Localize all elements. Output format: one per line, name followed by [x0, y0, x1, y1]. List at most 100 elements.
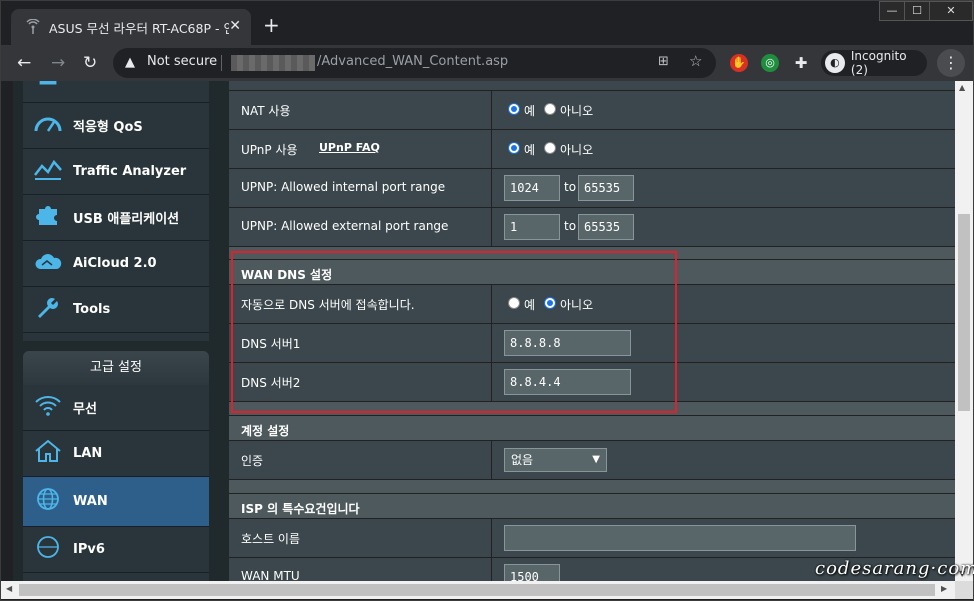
- sidebar-item-ipv6[interactable]: IPv6: [23, 527, 209, 573]
- nat-yes-label: 예: [524, 104, 536, 118]
- cloud-icon: [33, 249, 63, 279]
- mtu-input[interactable]: 1500: [504, 564, 560, 581]
- upnp-no-radio[interactable]: [544, 142, 556, 154]
- sidebar-item-traffic-analyzer[interactable]: Traffic Analyzer: [23, 149, 209, 195]
- isp-title: ISP 의 특수요건입니다: [241, 502, 360, 516]
- sidebar-item-label: LAN: [73, 446, 103, 461]
- address-separator: [221, 55, 222, 71]
- horizontal-scrollbar[interactable]: ◀ ▶: [1, 581, 955, 599]
- url-path[interactable]: /Advanced_WAN_Content.asp: [317, 54, 508, 69]
- upnp-faq-link[interactable]: UPnP FAQ: [319, 141, 380, 154]
- upnp-internal-from-input[interactable]: 1024: [504, 175, 560, 201]
- scroll-up-icon[interactable]: ▲: [959, 83, 965, 92]
- sidebar-item-wan[interactable]: WAN: [23, 477, 209, 527]
- sidebar-item-wireless[interactable]: 무선: [23, 385, 209, 431]
- sidebar-item-label: 무선: [73, 402, 97, 417]
- sidebar-item-label: Traffic Analyzer: [73, 164, 187, 179]
- translate-icon[interactable]: ⊞: [658, 54, 669, 69]
- sidebar-item-usb[interactable]: USB 애플리케이션: [23, 195, 209, 241]
- upnp-external-label: UPNP: Allowed external port range: [241, 219, 449, 233]
- dns-auto-no-radio[interactable]: [544, 297, 556, 309]
- back-arrow-icon[interactable]: ←: [17, 53, 31, 73]
- dns-auto-label: 자동으로 DNS 서버에 접속합니다.: [241, 298, 415, 312]
- warning-icon: ▲: [125, 55, 135, 70]
- maximize-button[interactable]: ☐: [904, 1, 930, 21]
- speedometer-icon: [33, 111, 63, 141]
- upnp-internal-value: 1024 to 65535: [491, 169, 955, 208]
- host-input[interactable]: [504, 525, 856, 551]
- auth-row: 인증 없음 ▼: [229, 441, 955, 480]
- horizontal-scroll-thumb[interactable]: [19, 584, 935, 596]
- new-tab-button[interactable]: +: [263, 15, 280, 35]
- puzzle-extensions-icon[interactable]: ✚: [792, 54, 810, 72]
- auth-label: 인증: [241, 454, 264, 468]
- scroll-left-icon[interactable]: ◀: [6, 584, 12, 593]
- dns-auto-yes-radio[interactable]: [508, 297, 520, 309]
- not-secure-label[interactable]: Not secure: [147, 54, 217, 69]
- incognito-icon: ◐: [825, 53, 845, 73]
- dns-auto-value: 예 아니오: [491, 285, 955, 324]
- dns1-input[interactable]: 8.8.8.8: [504, 330, 631, 356]
- minimize-button[interactable]: —: [879, 1, 905, 21]
- star-icon[interactable]: ☆: [689, 52, 702, 70]
- reload-icon[interactable]: ↻: [83, 53, 97, 73]
- upnp-yes-label: 예: [524, 143, 536, 157]
- upnp-external-from-input[interactable]: 1: [504, 214, 560, 240]
- sidebar-item-label: USB 애플리케이션: [73, 212, 180, 227]
- scrollbar-corner: [955, 581, 973, 599]
- tab-close-icon[interactable]: ✕: [229, 18, 241, 34]
- nat-value: 예 아니오: [491, 91, 955, 130]
- sidebar-item-lan[interactable]: LAN: [23, 431, 209, 477]
- wan-settings-panel: NAT 사용 예 아니오 UPnP 사용 UPnP FAQ 예 아니오 UPNP…: [229, 81, 955, 581]
- auth-value: 없음 ▼: [491, 441, 955, 480]
- address-bar[interactable]: ▲ Not secure /Advanced_WAN_Content.asp ⊞…: [113, 48, 716, 78]
- sidebar-advanced: 고급 설정 무선 LAN WAN IPv6: [23, 351, 209, 581]
- home-icon: [33, 439, 63, 469]
- scroll-right-icon[interactable]: ▶: [941, 584, 947, 593]
- chart-icon: [33, 157, 63, 187]
- browser-toolbar: ← → ↻ ▲ Not secure /Advanced_WAN_Content…: [1, 45, 973, 81]
- vertical-scroll-thumb[interactable]: [958, 214, 970, 411]
- upnp-no-label: 아니오: [560, 143, 594, 157]
- sidebar-item-label: 적응형 QoS: [73, 120, 143, 135]
- nat-yes-radio[interactable]: [508, 103, 520, 115]
- nat-no-radio[interactable]: [544, 103, 556, 115]
- partial-row: [229, 81, 955, 91]
- browser-tab[interactable]: ASUS 무선 라우터 RT-AC68P - 인 ✕: [11, 9, 251, 45]
- upnp-internal-label: UPNP: Allowed internal port range: [241, 180, 446, 194]
- nat-row: NAT 사용 예 아니오: [229, 91, 955, 130]
- forward-arrow-icon[interactable]: →: [51, 53, 65, 73]
- partial-icon: ▬: [33, 81, 63, 92]
- wrench-icon: [33, 295, 63, 325]
- isp-header: ISP 의 특수요건입니다: [229, 493, 955, 519]
- sidebar-item-tools[interactable]: Tools: [23, 287, 209, 333]
- dns2-input[interactable]: 8.8.4.4: [504, 369, 631, 395]
- dns2-value: 8.8.4.4: [491, 363, 955, 402]
- nat-label: NAT 사용: [241, 104, 291, 118]
- sidebar-item-label: IPv6: [73, 542, 105, 557]
- host-row: 호스트 이름: [229, 519, 955, 558]
- mtu-label: WAN MTU: [241, 569, 300, 581]
- globe-icon: [33, 487, 63, 517]
- chevron-down-icon: ▼: [592, 454, 600, 465]
- close-window-button[interactable]: ✕: [929, 1, 973, 21]
- incognito-badge[interactable]: ◐ Incognito (2): [821, 49, 927, 77]
- upnp-yes-radio[interactable]: [508, 142, 520, 154]
- extension-circle-icon[interactable]: ◎: [761, 54, 779, 72]
- dns1-label: DNS 서버1: [241, 337, 301, 351]
- upnp-value: 예 아니오: [491, 130, 955, 169]
- upnp-internal-to-input[interactable]: 65535: [578, 175, 634, 201]
- browser-window: ASUS 무선 라우터 RT-AC68P - 인 ✕ + — ☐ ✕ ← → ↻…: [0, 0, 974, 601]
- menu-kebab-icon[interactable]: ⋮: [937, 49, 965, 77]
- upnp-external-to-input[interactable]: 65535: [578, 214, 634, 240]
- sidebar-item-aicloud[interactable]: AiCloud 2.0: [23, 241, 209, 287]
- account-header: 계정 설정: [229, 415, 955, 441]
- auth-select[interactable]: 없음 ▼: [504, 448, 607, 472]
- page-content: ▬ 적응형 QoS Traffic Analyzer USB 애플리케이션: [13, 81, 955, 581]
- wifi-icon: [33, 393, 63, 423]
- tab-title: ASUS 무선 라우터 RT-AC68P - 인: [49, 20, 229, 36]
- vertical-scrollbar[interactable]: ▲ ▼: [955, 81, 973, 581]
- sidebar-item-qos[interactable]: 적응형 QoS: [23, 103, 209, 149]
- sidebar-item-partial[interactable]: ▬: [23, 81, 209, 103]
- extension-hand-icon[interactable]: ✋: [730, 54, 748, 72]
